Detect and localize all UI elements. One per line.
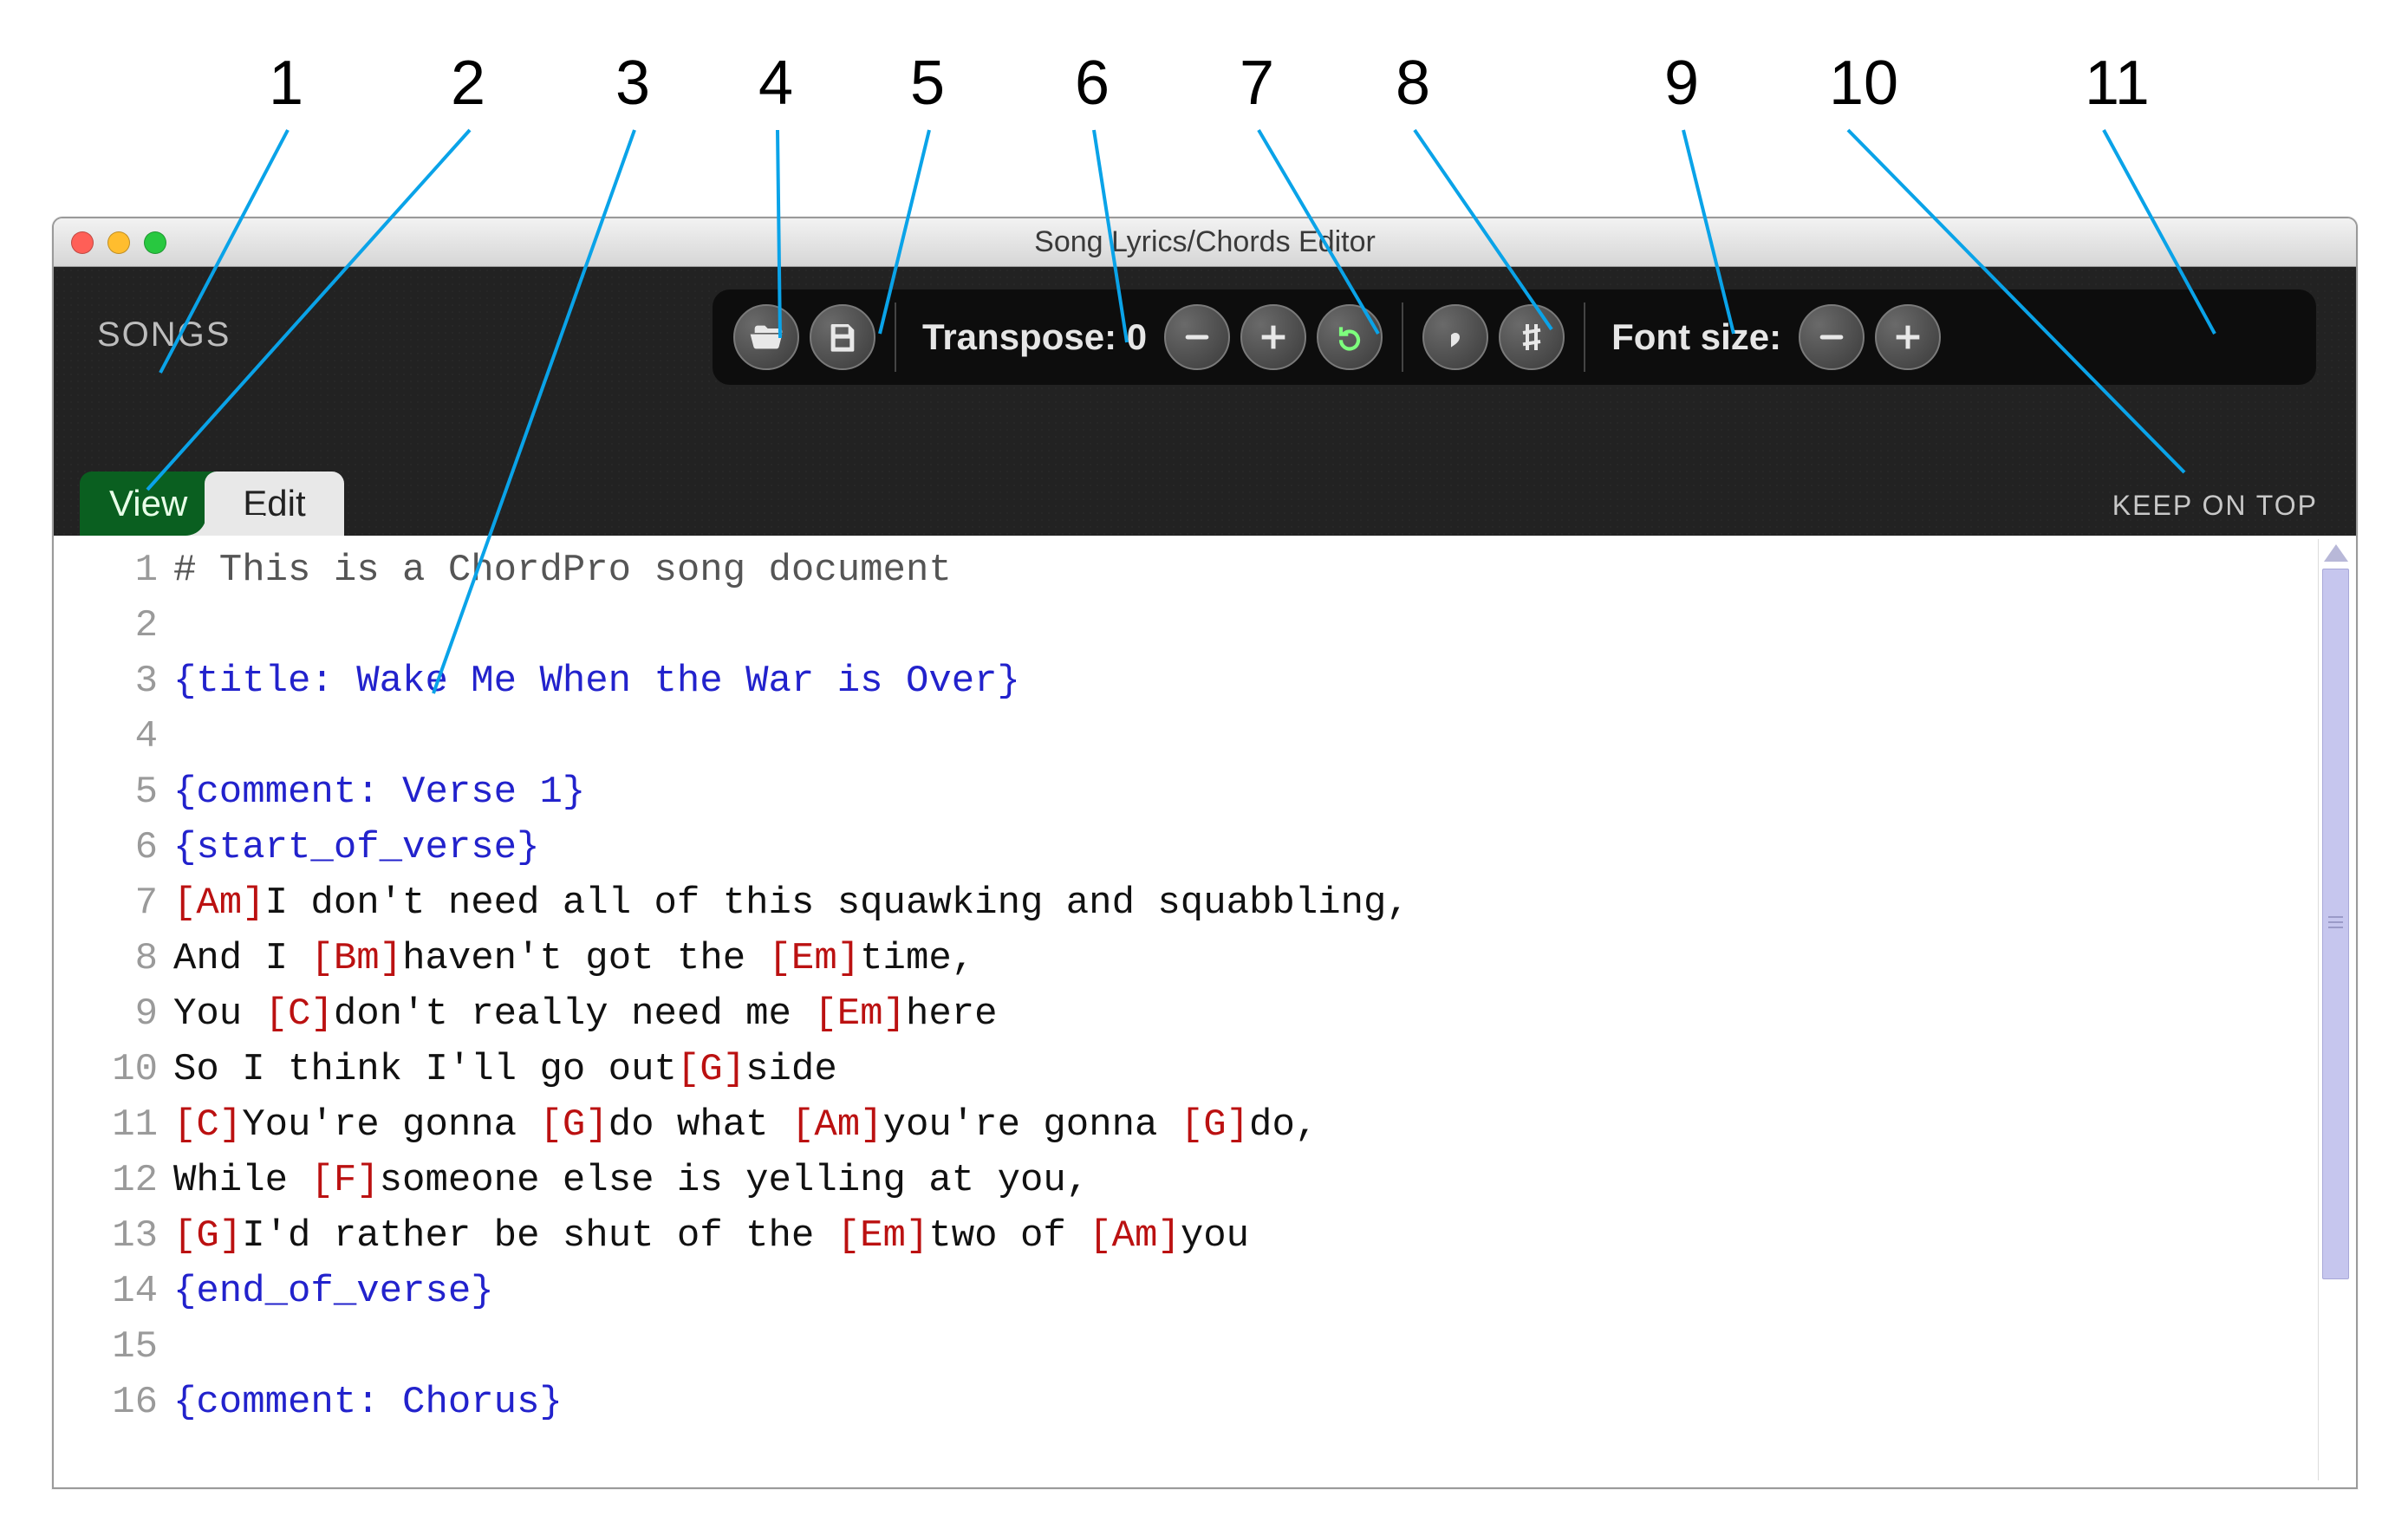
code-line[interactable]: You [C]don't really need me [Em]here bbox=[173, 986, 2356, 1042]
plus-icon bbox=[1891, 320, 1925, 354]
callout-number: 3 bbox=[615, 48, 650, 119]
line-number: 14 bbox=[54, 1264, 158, 1319]
fontsize-label: Font size: bbox=[1611, 316, 1781, 358]
line-number: 6 bbox=[54, 820, 158, 875]
close-button[interactable] bbox=[71, 231, 94, 254]
callout-number: 10 bbox=[1829, 48, 1898, 119]
code-editor[interactable]: 12345678910111213141516 # This is a Chor… bbox=[54, 536, 2356, 1487]
code-line[interactable]: While [F]someone else is yelling at you, bbox=[173, 1153, 2356, 1208]
code-line[interactable]: So I think I'll go out[G]side bbox=[173, 1042, 2356, 1097]
flat-icon bbox=[1438, 320, 1473, 354]
line-number: 2 bbox=[54, 598, 158, 654]
use-flats-button[interactable] bbox=[1422, 304, 1488, 370]
callout-number: 2 bbox=[451, 48, 485, 119]
scroll-thumb[interactable] bbox=[2322, 569, 2349, 1279]
editor-window: Song Lyrics/Chords Editor SONGS Transpos… bbox=[52, 217, 2358, 1489]
line-number: 11 bbox=[54, 1097, 158, 1153]
code-line[interactable] bbox=[173, 1319, 2356, 1375]
code-line[interactable]: {start_of_verse} bbox=[173, 820, 2356, 875]
callout-number: 7 bbox=[1240, 48, 1274, 119]
open-file-button[interactable] bbox=[733, 304, 799, 370]
minus-icon bbox=[1814, 320, 1849, 354]
songs-back-button[interactable]: SONGS bbox=[97, 315, 231, 354]
keep-on-top-toggle[interactable]: KEEP ON TOP bbox=[2112, 490, 2318, 522]
code-line[interactable]: {comment: Verse 1} bbox=[173, 764, 2356, 820]
toolbar-region: SONGS Transpose: 0 bbox=[54, 267, 2356, 536]
line-number: 5 bbox=[54, 764, 158, 820]
use-sharps-button[interactable] bbox=[1499, 304, 1565, 370]
code-line[interactable]: [G]I'd rather be shut of the [Em]two of … bbox=[173, 1208, 2356, 1264]
code-line[interactable]: {comment: Chorus} bbox=[173, 1375, 2356, 1430]
line-number: 3 bbox=[54, 654, 158, 709]
code-line[interactable]: # This is a ChordPro song document bbox=[173, 543, 2356, 598]
maximize-button[interactable] bbox=[144, 231, 166, 254]
scroll-grip-icon bbox=[2328, 916, 2343, 932]
scroll-up-arrow-icon[interactable] bbox=[2324, 544, 2348, 562]
transpose-down-button[interactable] bbox=[1164, 304, 1230, 370]
line-number: 4 bbox=[54, 709, 158, 764]
code-line[interactable]: [Am]I don't need all of this squawking a… bbox=[173, 875, 2356, 931]
line-number: 15 bbox=[54, 1319, 158, 1375]
tabs: View Edit bbox=[80, 472, 344, 536]
minimize-button[interactable] bbox=[107, 231, 130, 254]
code-line[interactable] bbox=[173, 709, 2356, 764]
folder-open-icon bbox=[749, 320, 784, 354]
transpose-reset-button[interactable] bbox=[1317, 304, 1383, 370]
code-line[interactable]: {end_of_verse} bbox=[173, 1264, 2356, 1319]
code-line[interactable]: [C]You're gonna [G]do what [Am]you're go… bbox=[173, 1097, 2356, 1153]
line-number: 13 bbox=[54, 1208, 158, 1264]
traffic-lights bbox=[71, 231, 166, 254]
line-number: 16 bbox=[54, 1375, 158, 1430]
line-number: 7 bbox=[54, 875, 158, 931]
code-line[interactable] bbox=[173, 598, 2356, 654]
callout-number: 9 bbox=[1664, 48, 1699, 119]
save-file-button[interactable] bbox=[810, 304, 875, 370]
callout-number: 8 bbox=[1396, 48, 1430, 119]
fontsize-up-button[interactable] bbox=[1875, 304, 1941, 370]
callout-number: 11 bbox=[2085, 48, 2150, 119]
save-icon bbox=[825, 320, 860, 354]
callout-number: 1 bbox=[269, 48, 303, 119]
minus-icon bbox=[1180, 320, 1214, 354]
sharp-icon bbox=[1514, 320, 1549, 354]
line-number: 8 bbox=[54, 931, 158, 986]
tab-edit[interactable]: Edit bbox=[205, 472, 343, 536]
titlebar: Song Lyrics/Chords Editor bbox=[54, 218, 2356, 267]
transpose-up-button[interactable] bbox=[1240, 304, 1306, 370]
toolbar-separator bbox=[1402, 302, 1403, 372]
window-title: Song Lyrics/Chords Editor bbox=[1034, 225, 1376, 259]
transpose-label: Transpose: 0 bbox=[922, 316, 1147, 358]
line-number: 1 bbox=[54, 543, 158, 598]
code-content[interactable]: # This is a ChordPro song document {titl… bbox=[166, 536, 2356, 1487]
callout-number: 5 bbox=[910, 48, 945, 119]
vertical-scrollbar[interactable] bbox=[2318, 539, 2353, 1480]
callout-number: 4 bbox=[758, 48, 793, 119]
toolbar-separator bbox=[895, 302, 896, 372]
reset-transpose-icon bbox=[1332, 320, 1367, 354]
line-number: 12 bbox=[54, 1153, 158, 1208]
code-line[interactable]: {title: Wake Me When the War is Over} bbox=[173, 654, 2356, 709]
line-number: 10 bbox=[54, 1042, 158, 1097]
toolbar-separator bbox=[1584, 302, 1585, 372]
callout-number: 6 bbox=[1075, 48, 1110, 119]
code-line[interactable]: And I [Bm]haven't got the [Em]time, bbox=[173, 931, 2356, 986]
line-number-gutter: 12345678910111213141516 bbox=[54, 536, 166, 1487]
fontsize-down-button[interactable] bbox=[1799, 304, 1865, 370]
plus-icon bbox=[1256, 320, 1291, 354]
toolbar: Transpose: 0 Font size: bbox=[713, 289, 2316, 385]
line-number: 9 bbox=[54, 986, 158, 1042]
